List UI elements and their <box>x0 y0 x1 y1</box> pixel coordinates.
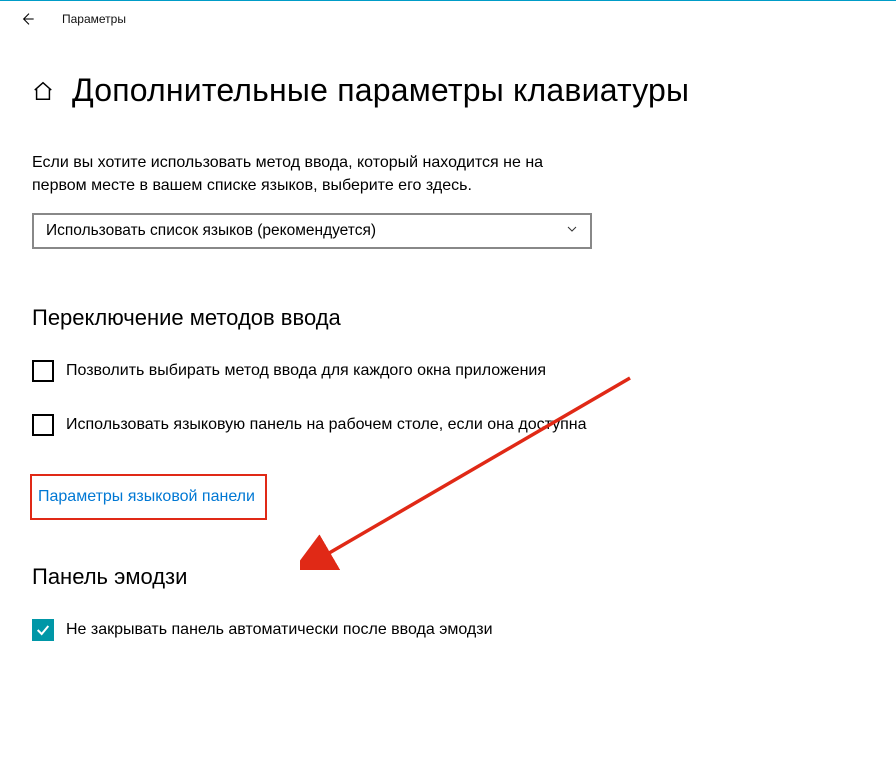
titlebar: Параметры <box>0 0 896 36</box>
checkbox-per-window[interactable] <box>32 360 54 382</box>
dropdown-selected-label: Использовать список языков (рекомендуетс… <box>46 222 376 240</box>
home-button[interactable] <box>32 80 54 102</box>
section-emoji-heading: Панель эмодзи <box>32 564 864 590</box>
intro-text: Если вы хотите использовать метод ввода,… <box>32 151 592 197</box>
checkbox-per-window-row: Позволить выбирать метод ввода для каждо… <box>32 359 632 382</box>
window-title: Параметры <box>62 12 126 26</box>
page-title: Дополнительные параметры клавиатуры <box>72 72 689 109</box>
checkbox-emoji-label: Не закрывать панель автоматически после … <box>66 618 493 641</box>
chevron-down-icon <box>566 222 578 240</box>
input-method-dropdown[interactable]: Использовать список языков (рекомендуетс… <box>32 213 592 249</box>
section-switching-heading: Переключение методов ввода <box>32 305 864 331</box>
checkbox-langbar-row: Использовать языковую панель на рабочем … <box>32 413 632 436</box>
checkbox-emoji-autoclose[interactable] <box>32 619 54 641</box>
back-button[interactable] <box>18 10 36 28</box>
language-bar-options-link[interactable]: Параметры языковой панели <box>38 480 255 514</box>
content-area: Дополнительные параметры клавиатуры Если… <box>0 36 896 641</box>
checkbox-langbar-label: Использовать языковую панель на рабочем … <box>66 413 587 436</box>
checkbox-emoji-row: Не закрывать панель автоматически после … <box>32 618 632 641</box>
checkbox-langbar[interactable] <box>32 414 54 436</box>
annotation-highlight: Параметры языковой панели <box>30 474 267 520</box>
checkbox-per-window-label: Позволить выбирать метод ввода для каждо… <box>66 359 546 382</box>
page-title-row: Дополнительные параметры клавиатуры <box>32 72 864 109</box>
